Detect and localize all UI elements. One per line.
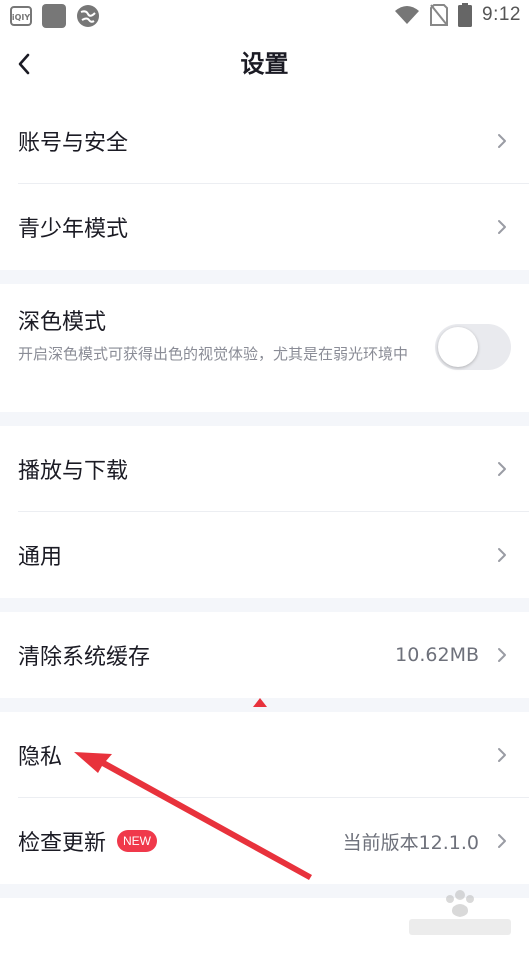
chevron-right-icon	[498, 748, 506, 762]
iqiyi-icon: iQIY	[10, 6, 32, 26]
dark-mode-description: 开启深色模式可获得出色的视觉体验，尤其是在弱光环境中	[18, 345, 409, 363]
app-square-icon	[42, 4, 66, 28]
settings-item-label: 青少年模式	[18, 217, 129, 242]
settings-item-privacy[interactable]: 隐私	[0, 712, 529, 798]
settings-item-label: 账号与安全	[18, 131, 129, 156]
settings-item-check-update[interactable]: 检查更新 NEW 当前版本12.1.0	[0, 798, 529, 884]
section-gap	[0, 412, 529, 426]
chevron-right-icon	[498, 134, 506, 148]
battery-icon	[458, 3, 473, 27]
status-right-icons: 9:12	[394, 2, 521, 28]
status-left-icons: iQIY	[10, 3, 100, 29]
settings-item-label: 隐私	[18, 745, 63, 770]
settings-item-general[interactable]: 通用	[0, 512, 529, 598]
watermark-logo-icon	[409, 890, 511, 935]
chevron-right-icon	[498, 648, 506, 662]
chevron-right-icon	[498, 834, 506, 848]
settings-item-dark-mode: 深色模式 开启深色模式可获得出色的视觉体验，尤其是在弱光环境中	[0, 284, 529, 412]
settings-item-label: 检查更新	[18, 831, 107, 856]
settings-list: 账号与安全 青少年模式 深色模式 开启深色模式可获得出色的视觉体验，尤其是在弱光…	[0, 98, 529, 962]
settings-item-label: 播放与下载	[18, 459, 129, 484]
dark-mode-toggle[interactable]	[435, 324, 511, 370]
chevron-right-icon	[498, 548, 506, 562]
settings-item-label: 清除系统缓存	[18, 645, 151, 670]
status-time: 9:12	[482, 4, 521, 25]
version-value: 当前版本12.1.0	[342, 831, 479, 854]
settings-item-play-download[interactable]: 播放与下载	[0, 426, 529, 512]
settings-item-account-security[interactable]: 账号与安全	[0, 98, 529, 184]
section-gap	[0, 270, 529, 284]
chevron-right-icon	[498, 462, 506, 476]
chevron-right-icon	[498, 220, 506, 234]
new-badge: NEW	[117, 830, 157, 852]
settings-item-label: 通用	[18, 545, 63, 570]
settings-item-teen-mode[interactable]: 青少年模式	[0, 184, 529, 270]
toggle-knob	[438, 327, 478, 367]
wifi-icon	[395, 6, 420, 24]
svg-text:iQIY: iQIY	[12, 13, 31, 22]
page-title: 设置	[240, 50, 289, 78]
section-gap	[0, 598, 529, 612]
settings-item-clear-cache[interactable]: 清除系统缓存 10.62MB	[0, 612, 529, 698]
cache-size-value: 10.62MB	[395, 644, 479, 666]
no-sim-icon	[430, 4, 449, 26]
section-gap	[0, 698, 529, 712]
dark-mode-title: 深色模式	[18, 310, 107, 335]
header: 设置	[0, 30, 529, 98]
globe-icon	[77, 5, 99, 27]
status-bar: iQIY 9:12	[0, 0, 529, 30]
